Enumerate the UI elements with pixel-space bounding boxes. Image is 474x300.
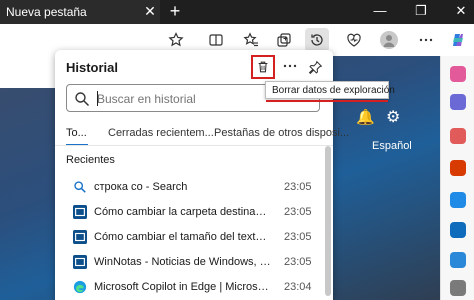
pin-icon [308,60,322,74]
tools-icon[interactable] [450,94,466,110]
close-window-button[interactable]: ✕ [454,4,468,18]
history-item-title: Cómo cambiar el tamaño del texto para lo… [94,231,272,243]
clear-data-tooltip: Borrar datos de exploración [265,81,395,99]
history-item[interactable]: WinNotas - Noticias de Windows, reseñas … [66,251,321,275]
notifications-bell-icon[interactable]: 🔔 [356,108,375,126]
site-icon [73,230,87,244]
outlook-icon[interactable] [450,192,466,208]
shopping-tag-icon[interactable] [450,66,466,82]
browser-essentials-icon[interactable] [342,28,366,52]
history-item[interactable]: строка со - Search 23:05 [66,176,321,200]
edge-sidebar [440,56,474,300]
favorite-star-icon[interactable] [164,28,188,52]
search-icon [75,92,90,107]
history-item[interactable]: Cómo cambiar la carpeta destinada para l… [66,201,321,225]
menu-ellipsis-icon[interactable] [414,28,438,52]
tab-other-devices[interactable]: Pestañas de otros disposi... [214,127,349,139]
new-tab-button[interactable]: + [166,2,184,20]
history-item-time: 23:05 [284,256,312,268]
split-screen-icon[interactable] [204,28,228,52]
games-icon[interactable] [450,128,466,144]
tab-all[interactable]: To... [66,127,87,139]
history-item-title: Cómo cambiar la carpeta destinada para l… [94,206,272,218]
history-item-title: WinNotas - Noticias de Windows, reseñas … [94,256,272,268]
copilot-icon[interactable] [446,28,470,52]
add-sidebar-app-icon[interactable] [450,280,466,296]
clear-browsing-data-button[interactable] [251,55,275,79]
browser-tab[interactable]: Nueva pestaña ✕ [0,0,160,24]
history-item[interactable]: Cómo cambiar el tamaño del texto para lo… [66,226,321,250]
minimize-button[interactable]: — [373,4,387,18]
favorites-icon[interactable] [239,28,263,52]
ellipsis-icon [283,64,297,68]
page-header-strip [0,56,55,88]
site-icon [73,255,87,269]
tooltip-text: Borrar datos de exploración [272,85,395,96]
tab-label: Nueva pestaña [6,5,87,19]
trash-icon [258,61,268,73]
history-tabs: To... Cerradas recientem... Pestañas de … [55,122,349,146]
section-heading-recent: Recientes [66,154,115,166]
close-tab-icon[interactable]: ✕ [142,3,158,19]
history-item[interactable]: Microsoft Copilot in Edge | Microsoft Ed… [66,276,321,300]
collections-icon[interactable] [272,28,296,52]
history-item-title: Microsoft Copilot in Edge | Microsoft Ed… [94,281,272,293]
profile-avatar[interactable] [380,31,398,49]
panel-title: Historial [66,60,119,75]
office-icon[interactable] [450,160,466,176]
history-item-title: строка со - Search [94,181,188,193]
tooltip-highlight-underline [266,100,388,102]
history-item-time: 23:05 [284,231,312,243]
history-item-time: 23:05 [284,181,312,193]
site-icon [73,205,87,219]
edge-icon [73,280,87,294]
pin-panel-button[interactable] [306,58,324,76]
maximize-button[interactable]: ❐ [414,4,428,18]
drop-icon[interactable] [450,222,466,238]
page-settings-gear-icon[interactable]: ⚙ [386,107,400,127]
bing-icon[interactable] [450,252,466,268]
history-icon[interactable] [305,28,329,52]
more-options-button[interactable] [280,58,300,76]
language-label[interactable]: Español [372,140,412,152]
tab-recently-closed[interactable]: Cerradas recientem... [108,127,214,139]
tabs-divider [55,145,333,146]
history-item-time: 23:04 [284,281,312,293]
history-item-time: 23:05 [284,206,312,218]
search-icon [74,181,86,193]
tab-bar: Nueva pestaña ✕ + — ❐ ✕ [0,0,474,24]
history-scrollbar[interactable] [325,146,331,296]
